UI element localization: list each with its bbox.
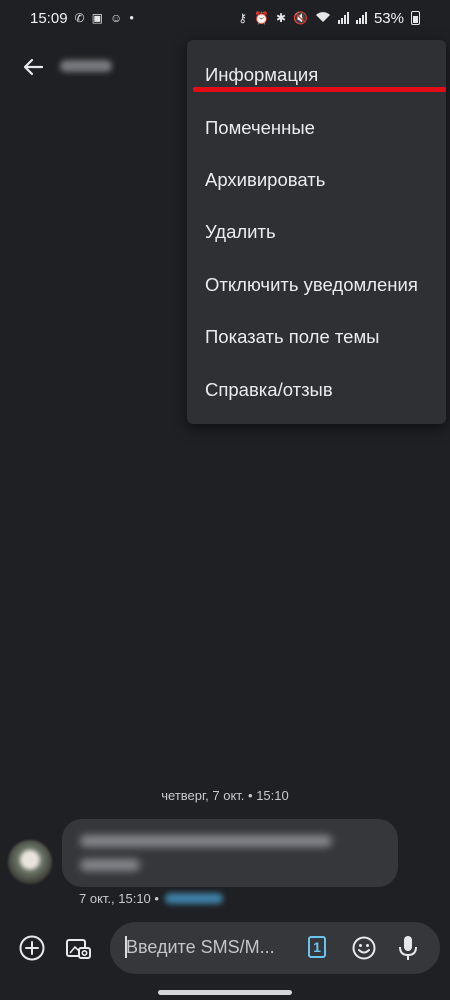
accessibility-icon: ☺ — [109, 11, 123, 25]
gallery-icon: ▣ — [91, 11, 103, 25]
contact-name-redacted — [60, 60, 112, 72]
battery-icon — [411, 11, 420, 25]
sim-selector-button[interactable]: 1 — [308, 936, 326, 958]
bluetooth-icon: ✱ — [275, 11, 287, 25]
message-text-redacted — [80, 859, 140, 871]
menu-item-show-subject[interactable]: Показать поле темы — [187, 311, 446, 363]
gallery-camera-icon — [66, 939, 91, 959]
gallery-button[interactable] — [61, 931, 95, 965]
menu-item-archive[interactable]: Архивировать — [187, 154, 446, 206]
signal-icon — [355, 12, 367, 24]
menu-item-delete[interactable]: Удалить — [187, 206, 446, 258]
signal-icon — [337, 12, 349, 24]
message-meta: 7 окт., 15:10 • — [79, 891, 223, 906]
emoji-icon[interactable] — [351, 935, 377, 961]
menu-item-mute-notifications[interactable]: Отключить уведомления — [187, 259, 446, 311]
overflow-menu: Информация Помеченные Архивировать Удали… — [187, 40, 446, 424]
dot-icon: ● — [129, 13, 135, 22]
mute-icon: 🔇 — [293, 11, 308, 25]
mute-call-icon: ✆ — [74, 11, 85, 25]
arrow-left-icon — [23, 58, 44, 76]
alarm-icon: ⏰ — [254, 11, 269, 25]
home-indicator[interactable] — [158, 990, 292, 995]
message-text-redacted — [80, 835, 332, 847]
menu-item-help-feedback[interactable]: Справка/отзыв — [187, 363, 446, 415]
back-button[interactable] — [18, 52, 48, 82]
microphone-icon[interactable] — [396, 934, 420, 962]
battery-percent: 53% — [373, 9, 404, 27]
message-bubble[interactable] — [62, 819, 398, 887]
message-input[interactable]: Введите SMS/M... — [126, 937, 275, 958]
avatar[interactable] — [8, 840, 52, 884]
status-bar: 15:09 ✆ ▣ ☺ ● ⚷ ⏰ ✱ 🔇 53% — [0, 0, 450, 36]
status-time: 15:09 — [30, 9, 68, 27]
date-separator: четверг, 7 окт. • 15:10 — [161, 788, 289, 803]
add-attachment-button[interactable] — [15, 931, 49, 965]
plus-circle-icon — [19, 935, 45, 961]
highlight-underline — [193, 87, 446, 92]
key-icon: ⚷ — [238, 11, 247, 25]
message-timestamp: 7 окт., 15:10 • — [79, 891, 159, 906]
wifi-icon — [315, 11, 331, 25]
menu-item-info[interactable]: Информация — [187, 49, 446, 101]
compose-field[interactable]: Введите SMS/M... 1 — [110, 922, 440, 974]
sim-label-redacted — [164, 893, 223, 904]
menu-item-starred[interactable]: Помеченные — [187, 101, 446, 153]
